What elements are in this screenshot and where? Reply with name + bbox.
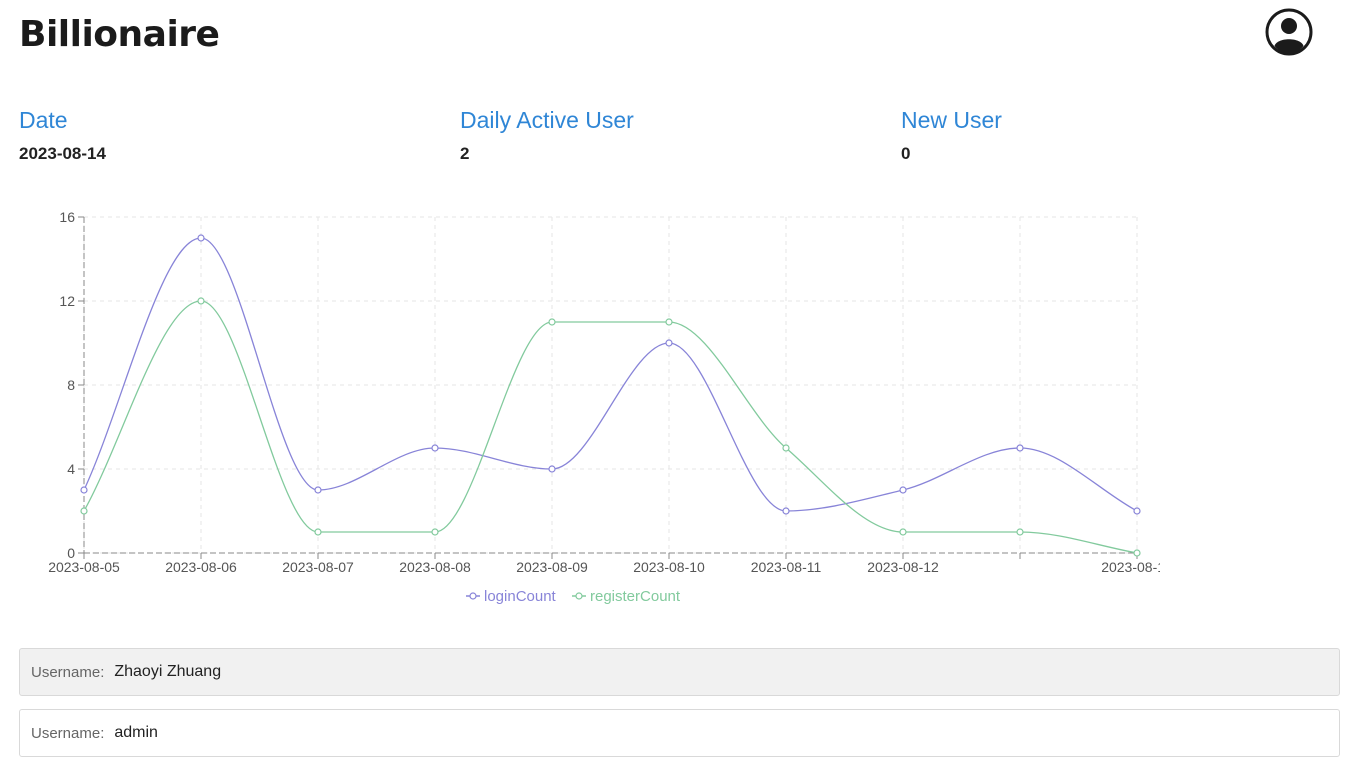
x-tick-label: 2023-08-10 [633,559,705,575]
x-tick-label: 2023-08-06 [165,559,237,575]
legend-marker [469,592,477,600]
data-point-loginCount [314,486,322,494]
stat-label: Date [19,107,68,133]
data-point-loginCount [1016,444,1024,452]
data-point-registerCount [1016,528,1024,536]
y-tick-label: 4 [67,461,75,477]
y-tick-label: 16 [59,209,75,225]
y-tick-label: 12 [59,293,75,309]
data-point-registerCount [1133,549,1141,557]
legend-marker [575,592,583,600]
data-point-registerCount [314,528,322,536]
data-point-loginCount [548,465,556,473]
y-tick-label: 8 [67,377,75,393]
user-list-item[interactable]: Username: Zhaoyi Zhuang [19,648,1340,696]
legend-label: loginCount [484,588,557,605]
x-tick-label: 2023-08-05 [48,559,120,575]
data-point-registerCount [665,318,673,326]
stat-new-user: New User 0 [901,104,1321,164]
data-point-registerCount [431,528,439,536]
x-tick-label: 2023-08-14 [1101,559,1160,575]
series-line-registerCount [83,300,1138,554]
x-tick-label: 2023-08-07 [282,559,354,575]
x-tick-label: 2023-08-09 [516,559,588,575]
data-point-loginCount [197,234,205,242]
stat-label: Daily Active User [460,107,634,133]
series-line-loginCount [83,237,1138,512]
stat-label: New User [901,107,1002,133]
data-point-loginCount [899,486,907,494]
username-label: Username: [31,663,105,681]
username-label: Username: [31,724,105,742]
data-point-registerCount [899,528,907,536]
data-point-loginCount [80,486,88,494]
x-tick-label: 2023-08-11 [751,559,822,575]
username-value: Zhaoyi Zhuang [114,663,222,680]
stats-row: Date 2023-08-14 Daily Active User 2 New … [19,104,1349,174]
data-point-loginCount [665,339,673,347]
stat-date: Date 2023-08-14 [19,104,439,164]
user-circle-icon [1265,8,1313,56]
x-tick-label: 2023-08-08 [399,559,471,575]
user-list-item[interactable]: Username: admin [19,709,1340,757]
username-value: admin [114,724,158,741]
data-point-registerCount [782,444,790,452]
stat-value: 2 [460,144,470,163]
legend-label: registerCount [590,588,681,605]
data-point-loginCount [431,444,439,452]
activity-chart: 0 4 8 12 16 2023-08-05 2023-08-06 2023-08-07 202… [0,200,1160,620]
data-point-registerCount [548,318,556,326]
user-avatar[interactable] [1265,8,1313,56]
stat-value: 2023-08-14 [19,144,106,163]
stat-value: 0 [901,144,911,163]
line-chart-svg: 04812162023-08-05 2023-08-06 2023-08-07 202… [48,209,1160,605]
app-title: Billionaire [19,14,220,55]
x-tick-label: 2023-08-12 [867,559,939,575]
data-point-loginCount [1133,507,1141,515]
data-point-registerCount [197,297,205,305]
stat-daily-active-user: Daily Active User 2 [460,104,880,164]
data-point-loginCount [782,507,790,515]
data-point-registerCount [80,507,88,515]
